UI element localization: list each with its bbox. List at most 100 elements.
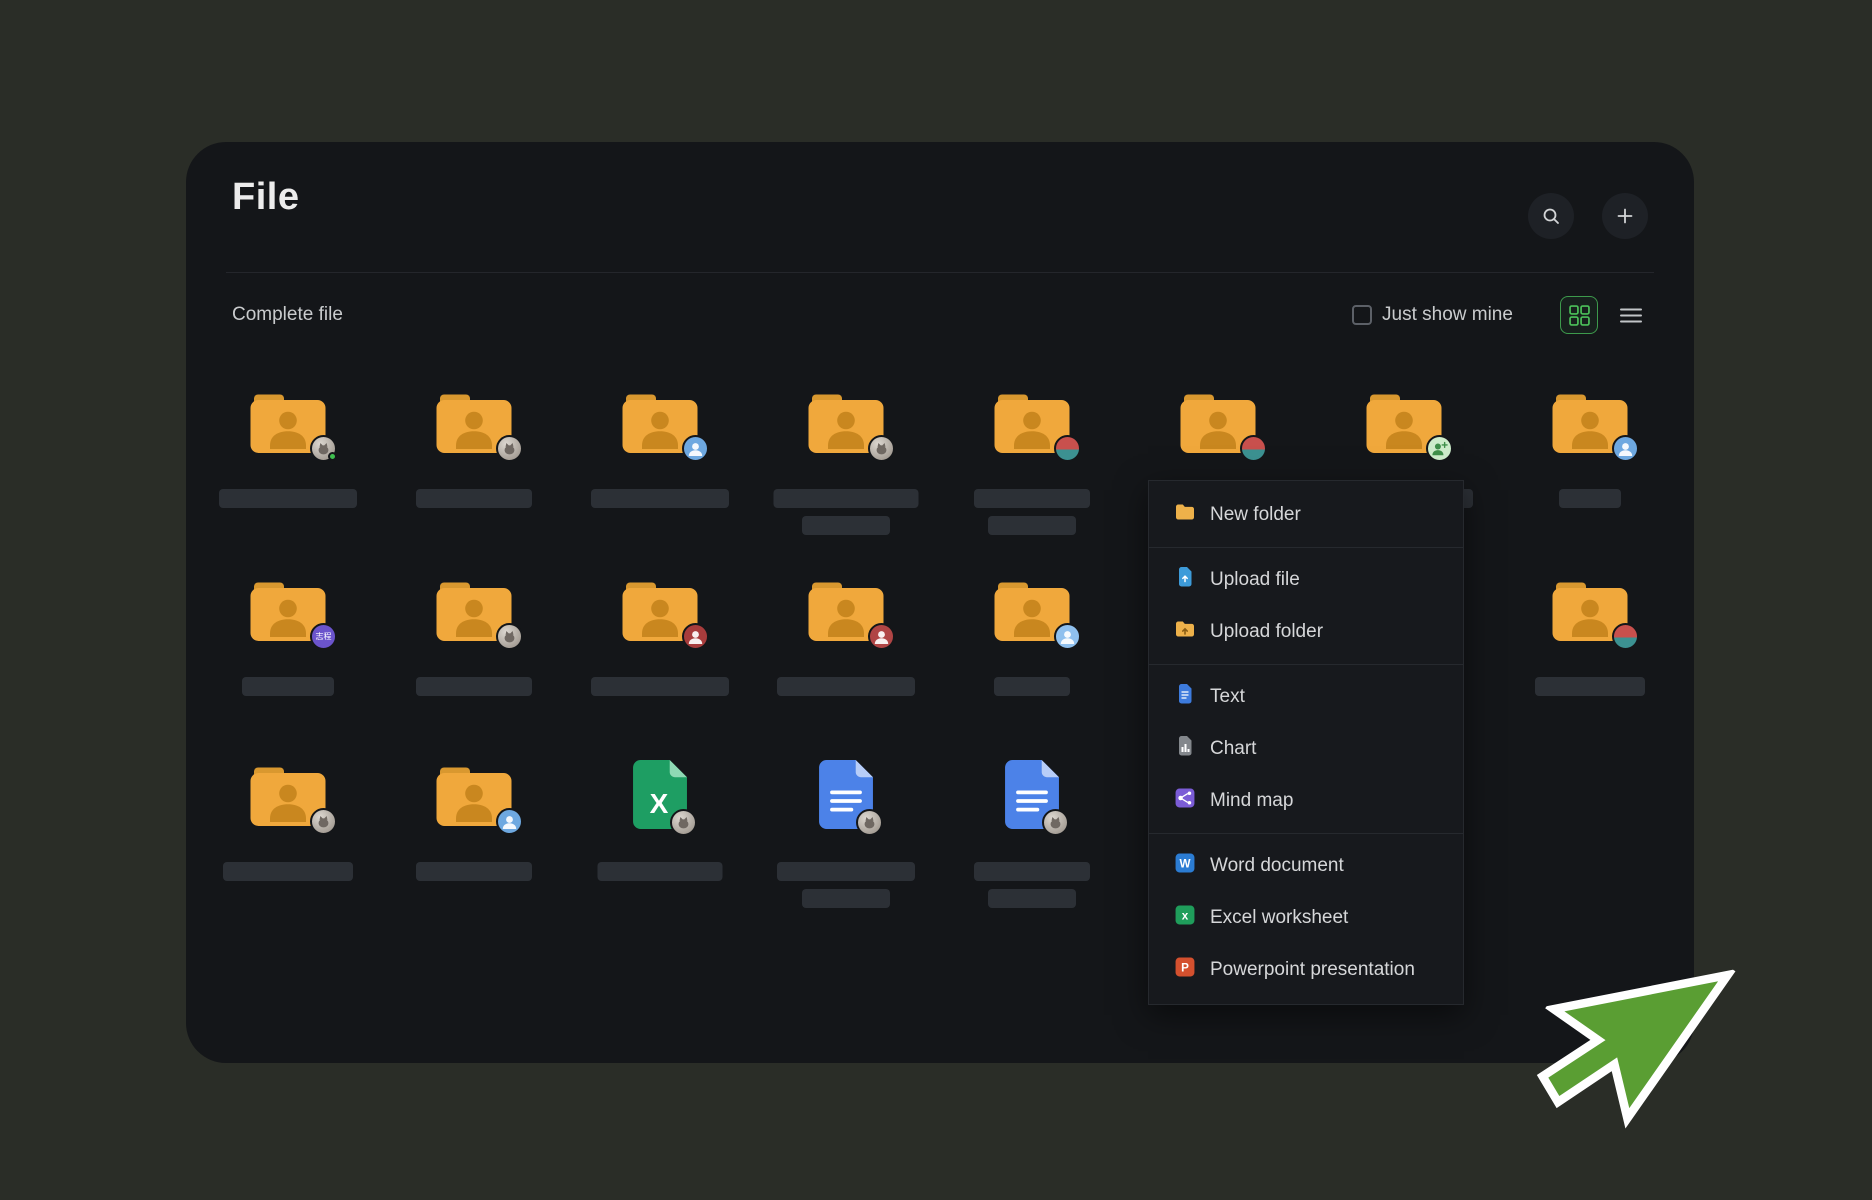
cat-avatar-icon — [500, 439, 519, 458]
filename-placeholder — [219, 489, 357, 508]
file-grid: 志程 X — [186, 142, 1694, 1063]
filename-placeholder — [591, 489, 729, 508]
folder-item[interactable] — [952, 385, 1112, 555]
chart-icon — [1175, 736, 1195, 762]
person-avatar-icon — [872, 627, 891, 646]
filename-placeholder — [1559, 489, 1621, 508]
owner-avatar-badge — [310, 808, 337, 835]
folder-item[interactable] — [1510, 385, 1670, 555]
person-avatar-icon — [500, 812, 519, 831]
folder-item[interactable] — [766, 385, 926, 555]
person-avatar-icon — [1616, 439, 1635, 458]
filename-placeholder — [242, 677, 334, 696]
filename-placeholder — [774, 489, 919, 508]
owner-avatar-badge — [496, 435, 523, 462]
menu-item-chart[interactable]: Chart — [1149, 723, 1463, 775]
person-avatar-icon — [686, 439, 705, 458]
owner-avatar-badge — [310, 435, 337, 462]
cat-avatar-icon — [674, 813, 693, 832]
menu-item-upload-folder[interactable]: Upload folder — [1149, 606, 1463, 658]
menu-item-text[interactable]: Text — [1149, 671, 1463, 723]
filename-placeholder — [1535, 677, 1645, 696]
menu-item-label: Upload folder — [1210, 621, 1323, 643]
menu-item-upload-file[interactable]: Upload file — [1149, 554, 1463, 606]
folder-item[interactable] — [208, 758, 368, 928]
mind-map-icon — [1175, 788, 1195, 814]
svg-text:W: W — [1179, 857, 1190, 870]
menu-item-label: Mind map — [1210, 790, 1293, 812]
owner-avatar-badge — [682, 435, 709, 462]
menu-item-label: Powerpoint presentation — [1210, 959, 1415, 981]
cat-avatar-icon — [860, 813, 879, 832]
filename-placeholder — [777, 677, 915, 696]
menu-item-powerpoint-presentation[interactable]: P Powerpoint presentation — [1149, 944, 1463, 996]
folder-item[interactable] — [952, 573, 1112, 743]
text-doc-icon — [1175, 684, 1195, 710]
upload-file-icon — [1175, 567, 1195, 593]
filename-placeholder — [416, 489, 532, 508]
folder-item[interactable] — [394, 573, 554, 743]
filename-placeholder — [802, 889, 890, 908]
cat-avatar-icon — [500, 627, 519, 646]
filename-placeholder — [598, 862, 723, 881]
powerpoint-icon: P — [1175, 957, 1195, 983]
menu-item-label: Word document — [1210, 855, 1344, 877]
cat-avatar-icon — [872, 439, 891, 458]
folder-item[interactable] — [394, 385, 554, 555]
folder-item[interactable] — [1510, 573, 1670, 743]
menu-item-new-folder[interactable]: New folder — [1149, 489, 1463, 541]
owner-avatar-badge — [1426, 435, 1453, 462]
filename-placeholder — [416, 862, 532, 881]
folder-item[interactable] — [580, 385, 740, 555]
filename-placeholder — [974, 862, 1090, 881]
menu-divider — [1149, 547, 1463, 548]
filename-placeholder — [994, 677, 1070, 696]
svg-text:P: P — [1181, 961, 1189, 974]
file-item[interactable] — [766, 758, 926, 928]
menu-item-mind-map[interactable]: Mind map — [1149, 775, 1463, 827]
filename-placeholder — [988, 889, 1076, 908]
menu-item-label: Excel worksheet — [1210, 907, 1348, 929]
filename-placeholder — [777, 862, 915, 881]
owner-avatar-badge — [670, 809, 697, 836]
owner-avatar-badge — [682, 623, 709, 650]
owner-avatar-badge — [856, 809, 883, 836]
filename-placeholder — [416, 677, 532, 696]
owner-avatar-badge — [1054, 435, 1081, 462]
cat-avatar-icon — [314, 812, 333, 831]
menu-item-excel-worksheet[interactable]: x Excel worksheet — [1149, 892, 1463, 944]
file-item[interactable] — [952, 758, 1112, 928]
person-avatar-icon — [1058, 627, 1077, 646]
owner-avatar-badge — [1240, 435, 1267, 462]
shared-person-icon — [1430, 439, 1449, 458]
folder-item[interactable] — [580, 573, 740, 743]
owner-avatar-badge — [1612, 435, 1639, 462]
menu-item-word-document[interactable]: W Word document — [1149, 840, 1463, 892]
folder-item[interactable] — [394, 758, 554, 928]
upload-folder-icon — [1175, 619, 1195, 645]
owner-avatar-badge — [1042, 809, 1069, 836]
menu-item-label: Text — [1210, 686, 1245, 708]
owner-avatar-badge — [1612, 623, 1639, 650]
filename-placeholder — [988, 516, 1076, 535]
file-item[interactable]: X — [580, 758, 740, 928]
file-manager-panel: File Complete file Just show mine 志程X Ne… — [186, 142, 1694, 1063]
menu-divider — [1149, 664, 1463, 665]
new-folder-icon — [1175, 502, 1195, 528]
folder-item[interactable] — [766, 573, 926, 743]
context-menu: New folder Upload file Upload folder Text Ch… — [1148, 480, 1464, 1005]
owner-avatar-badge — [496, 623, 523, 650]
folder-item[interactable] — [208, 385, 368, 555]
folder-item[interactable]: 志程 — [208, 573, 368, 743]
menu-item-label: New folder — [1210, 504, 1301, 526]
menu-divider — [1149, 833, 1463, 834]
owner-avatar-badge — [868, 435, 895, 462]
svg-text:x: x — [1182, 909, 1189, 922]
owner-avatar-badge — [868, 623, 895, 650]
owner-avatar-badge: 志程 — [310, 623, 337, 650]
excel-icon: x — [1175, 905, 1195, 931]
filename-placeholder — [591, 677, 729, 696]
menu-item-label: Upload file — [1210, 569, 1300, 591]
word-icon: W — [1175, 853, 1195, 879]
filename-placeholder — [802, 516, 890, 535]
